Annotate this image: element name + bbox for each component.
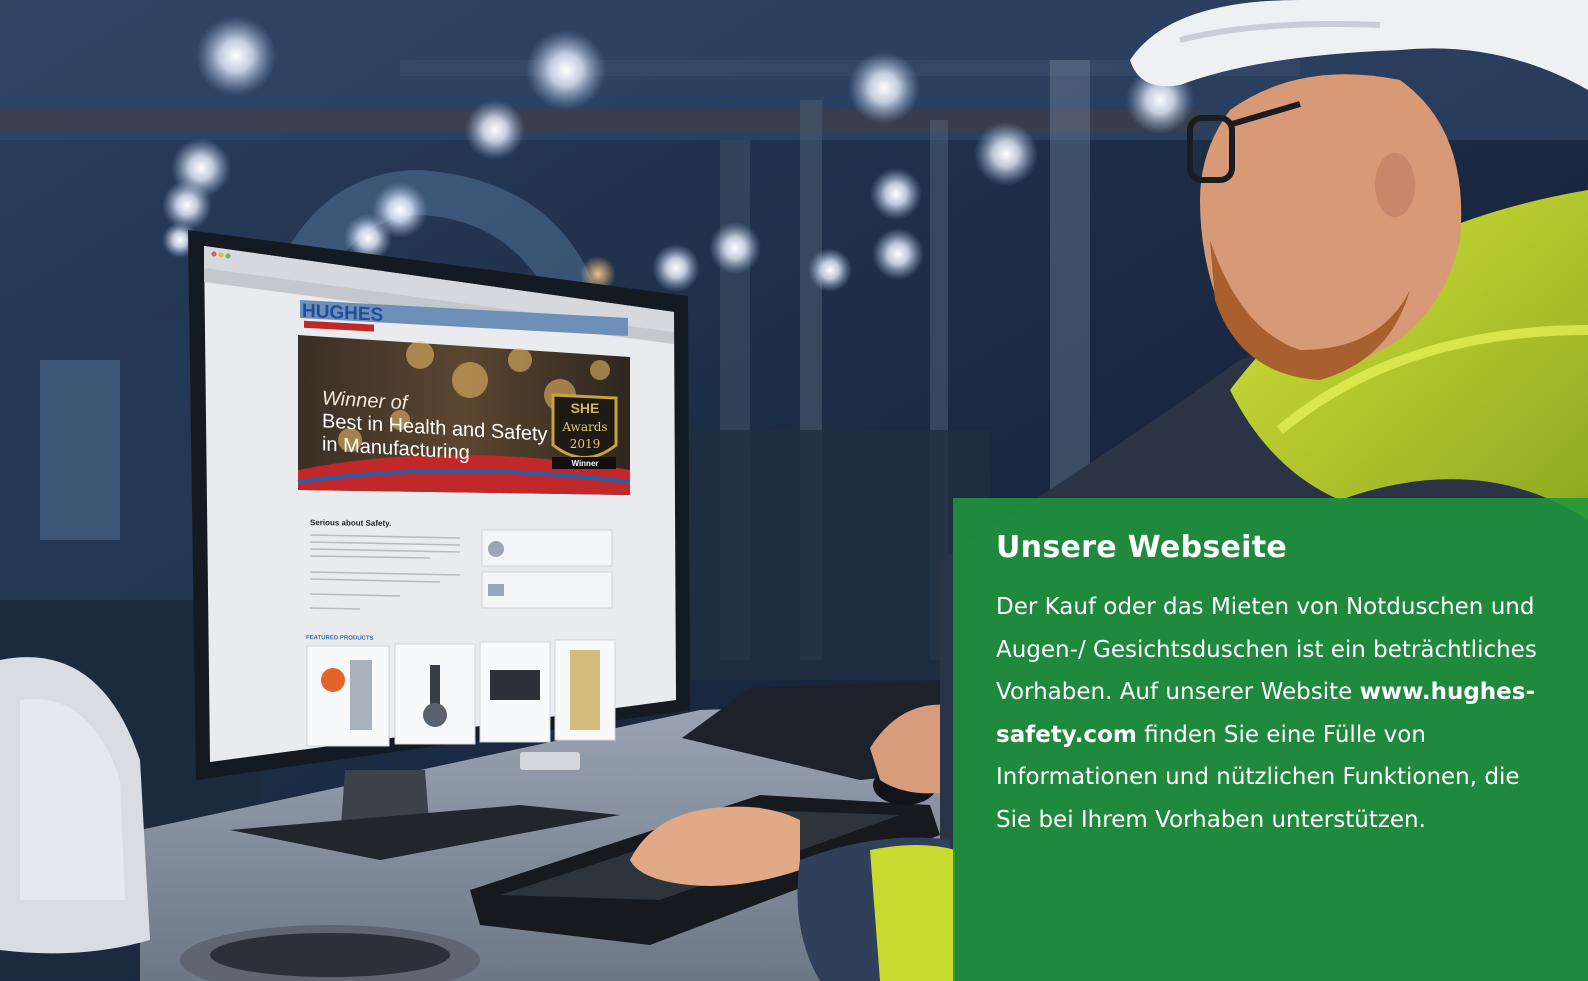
svg-text:Awards: Awards: [561, 420, 607, 434]
featured-heading: FEATURED PRODUCTS: [306, 635, 374, 642]
site-section-heading: Serious about Safety.: [310, 518, 391, 528]
panel-title: Unsere Webseite: [996, 530, 1288, 565]
panel-body: Der Kauf oder das Mieten von Notduschen …: [996, 586, 1548, 841]
awards-badge: SHE Awards 2019 Winner: [551, 393, 618, 469]
svg-text:2019: 2019: [570, 437, 601, 451]
svg-text:Winner: Winner: [571, 459, 598, 468]
svg-text:SHE: SHE: [571, 400, 600, 416]
info-panel: Unsere Webseite Der Kauf oder das Mieten…: [953, 498, 1588, 981]
